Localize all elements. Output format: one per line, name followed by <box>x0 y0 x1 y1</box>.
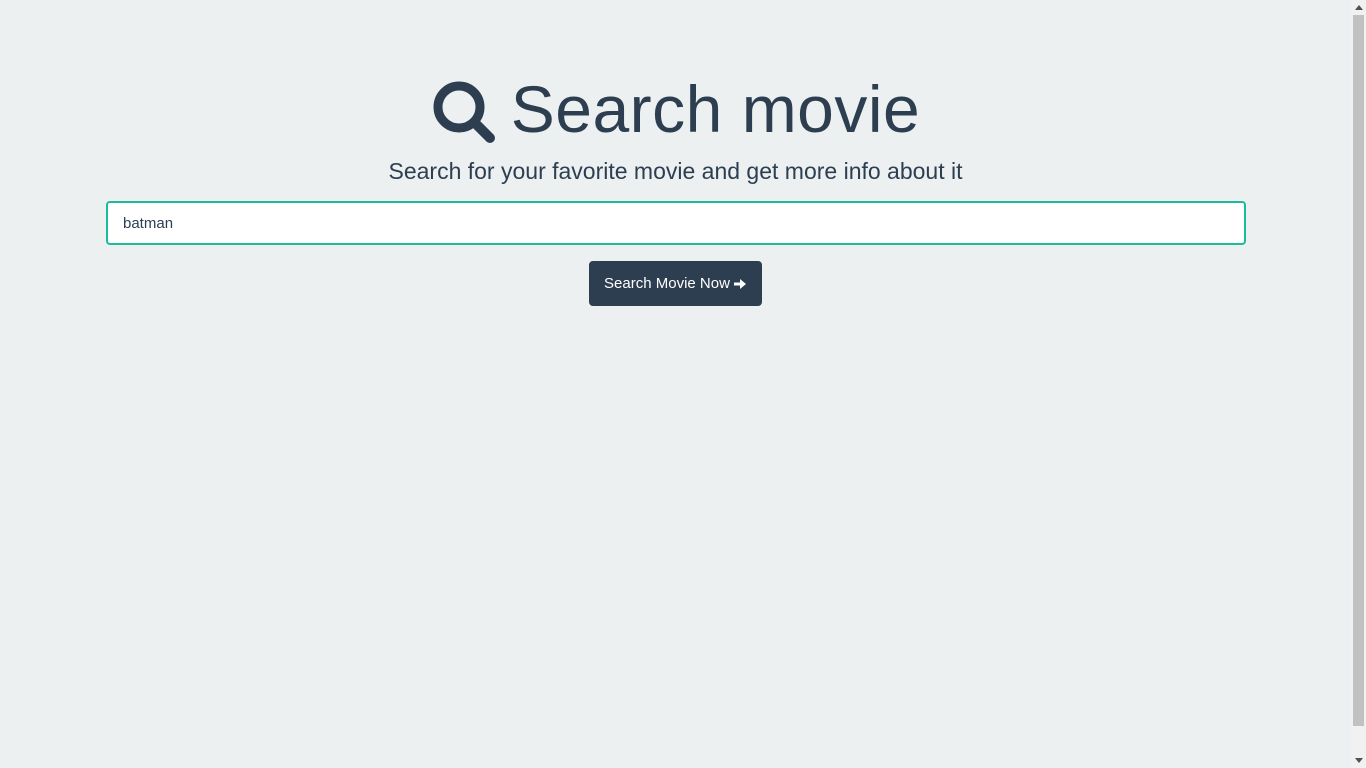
vertical-scrollbar[interactable] <box>1351 0 1366 768</box>
arrow-right-icon <box>733 278 746 289</box>
search-input[interactable] <box>106 201 1246 245</box>
page-subtitle: Search for your favorite movie and get m… <box>388 158 963 184</box>
scroll-up-icon[interactable] <box>1351 0 1366 15</box>
search-movie-button[interactable]: Search Movie Now <box>589 261 762 306</box>
scroll-down-icon[interactable] <box>1351 753 1366 768</box>
page-header: Search movie <box>0 72 1351 146</box>
search-button-label: Search Movie Now <box>604 275 730 292</box>
page-title: Search movie <box>510 72 921 146</box>
page: Search movie Search for your favorite mo… <box>0 0 1351 768</box>
scrollbar-thumb[interactable] <box>1353 15 1364 726</box>
search-icon <box>433 81 495 143</box>
